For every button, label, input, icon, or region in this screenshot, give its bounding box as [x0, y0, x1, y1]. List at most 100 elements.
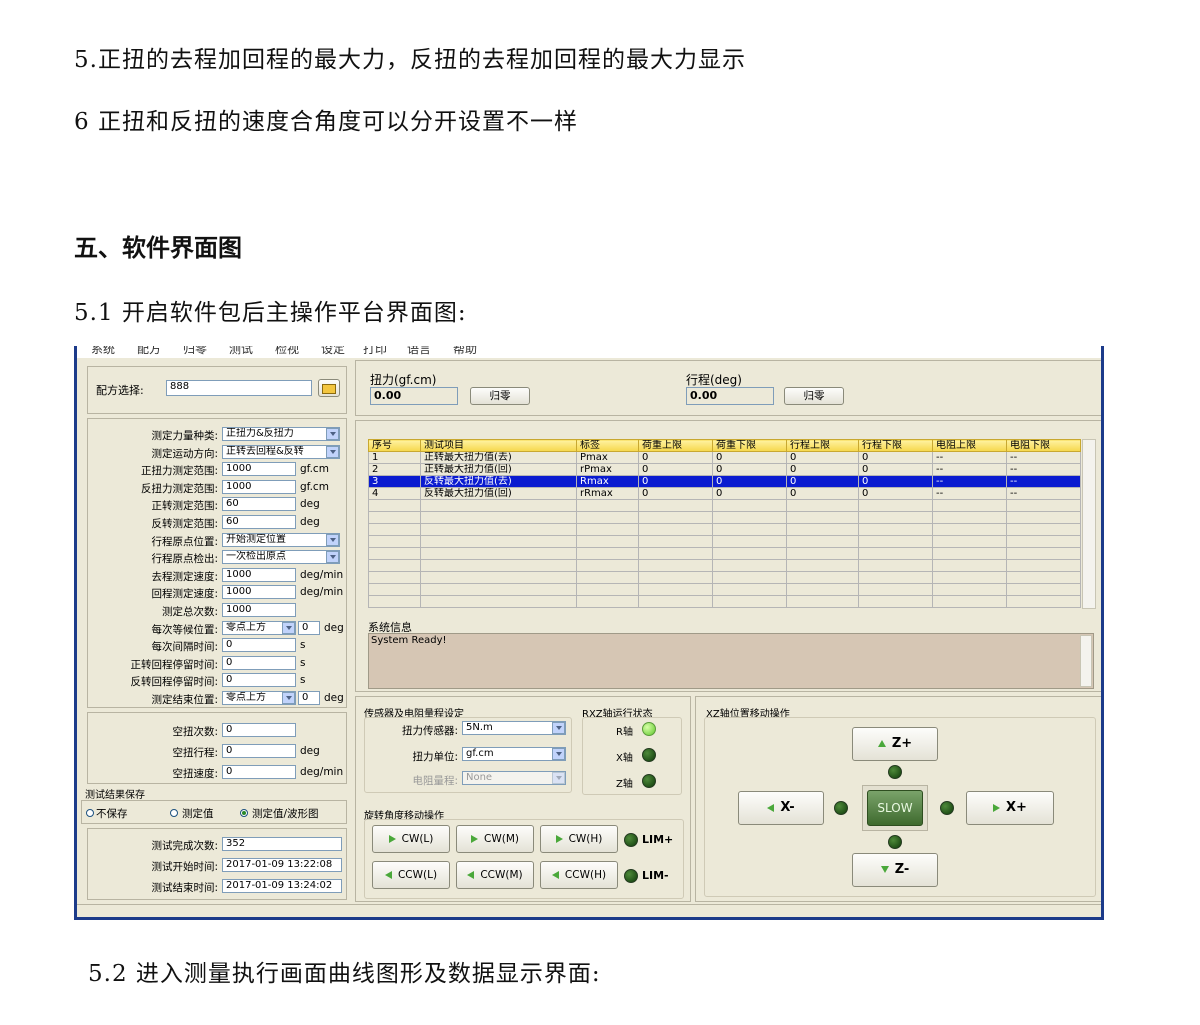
z-minus-label: Z-	[894, 862, 910, 877]
table-row[interactable]: 2 正转最大扭力值(回) rPmax 0 0 0 0 -- --	[368, 463, 1081, 476]
stats-value: 2017-01-09 13:24:02	[222, 879, 342, 893]
idle-unit: deg/min	[300, 766, 344, 778]
recipe-input[interactable]: 888	[166, 380, 312, 396]
chevron-down-icon	[282, 692, 295, 704]
param-select[interactable]: 正转去回程&反转	[222, 444, 340, 459]
table-row[interactable]: 4 反转最大扭力值(回) rRmax 0 0 0 0 -- --	[368, 487, 1081, 500]
param-offset-input[interactable]: 0	[298, 620, 320, 635]
param-value: 0	[226, 674, 233, 686]
idle-input[interactable]: 0	[222, 765, 296, 779]
table-header-cell[interactable]: 荷重下限	[712, 439, 787, 452]
param-input[interactable]: 60	[222, 515, 296, 529]
z-minus-button[interactable]: Z-	[852, 853, 938, 887]
open-recipe-button[interactable]	[318, 379, 340, 397]
param-input[interactable]: 0	[222, 673, 296, 688]
torque-zero-button[interactable]: 归零	[470, 387, 530, 405]
x-plus-button[interactable]: X+	[966, 791, 1054, 825]
doc-line-4: 5.2 进入测量执行画面曲线图形及数据显示界面:	[88, 961, 601, 987]
save-radio-value[interactable]	[170, 809, 178, 817]
param-select[interactable]: 一次检出原点	[222, 550, 340, 565]
torque-unit-select[interactable]: gf.cm	[462, 747, 566, 761]
table-header-cell[interactable]: 荷重上限	[638, 439, 713, 452]
table-header-cell[interactable]: 行程上限	[786, 439, 859, 452]
sysinfo-scrollbar[interactable]	[1080, 635, 1092, 687]
table-row[interactable]	[368, 523, 1081, 536]
cw-high-button[interactable]: CW(H)	[540, 825, 618, 853]
table-header-cell[interactable]: 测试项目	[420, 439, 577, 452]
table-header-cell[interactable]: 序号	[368, 439, 421, 452]
param-value: 正转去回程&反转	[226, 445, 304, 457]
menu-help[interactable]: 帮助	[453, 346, 477, 357]
param-value: 正扭力&反扭力	[226, 428, 294, 439]
menu-settings[interactable]: 设定	[321, 346, 345, 357]
table-row[interactable]	[368, 595, 1081, 608]
param-input[interactable]: 1000	[222, 603, 296, 617]
param-select[interactable]: 正扭力&反扭力	[222, 427, 340, 441]
param-input[interactable]: 0	[222, 655, 296, 670]
table-row[interactable]: 3 反转最大扭力值(去) Rmax 0 0 0 0 -- --	[368, 475, 1081, 488]
slow-button[interactable]: SLOW	[867, 790, 923, 826]
table-cell	[638, 499, 713, 512]
table-header-cell[interactable]: 电阻下限	[1006, 439, 1081, 452]
param-input[interactable]: 1000	[222, 585, 296, 600]
param-select[interactable]: 零点上方	[222, 691, 296, 705]
ccw-high-button[interactable]: CCW(H)	[540, 861, 618, 889]
table-row[interactable]	[368, 499, 1081, 512]
table-panel: 序号 测试项目 标签 荷重上限 荷重下限 行程上限 行程下限 电阻上限 电阻下限 1 正转最大扭力…	[355, 420, 1101, 692]
menu-language[interactable]: 语言	[407, 346, 431, 357]
res-range-select[interactable]: None	[462, 771, 566, 785]
table-row[interactable]: 1 正转最大扭力值(去) Pmax 0 0 0 0 -- --	[368, 451, 1081, 464]
table-cell: 0	[786, 475, 859, 488]
menu-system[interactable]: 系统	[91, 346, 115, 357]
chevron-down-icon	[282, 621, 295, 634]
stroke-zero-button[interactable]: 归零	[784, 387, 844, 405]
table-row[interactable]	[368, 535, 1081, 548]
param-select[interactable]: 零点上方	[222, 620, 296, 635]
cw-mid-button[interactable]: CW(M)	[456, 825, 534, 853]
idle-input[interactable]: 0	[222, 723, 296, 737]
table-cell	[932, 523, 1007, 536]
z-plus-button[interactable]: Z+	[852, 727, 938, 761]
ccw-low-button[interactable]: CCW(L)	[372, 861, 450, 889]
param-input[interactable]: 1000	[222, 567, 296, 582]
cw-low-label: CW(L)	[401, 833, 434, 845]
sensor-select[interactable]: 5N.m	[462, 721, 566, 735]
save-radio-none[interactable]	[86, 809, 94, 817]
cw-low-button[interactable]: CW(L)	[372, 825, 450, 853]
table-cell	[576, 559, 639, 572]
table-cell: 0	[858, 463, 933, 476]
table-cell	[786, 547, 859, 560]
param-input[interactable]: 1000	[222, 479, 296, 494]
param-unit: deg	[300, 498, 320, 511]
param-select[interactable]: 开始测定位置	[222, 532, 340, 547]
torque-label: 扭力(gf.cm)	[370, 373, 437, 387]
table-row[interactable]	[368, 571, 1081, 584]
param-value: 1000	[226, 586, 252, 598]
table-header-cell[interactable]: 标签	[576, 439, 639, 452]
table-header-cell[interactable]: 行程下限	[858, 439, 933, 452]
param-input[interactable]: 0	[222, 638, 296, 653]
stroke-label: 行程(deg)	[686, 373, 742, 387]
table-row[interactable]	[368, 583, 1081, 596]
table-cell	[420, 535, 577, 548]
table-header-cell[interactable]: 电阻上限	[932, 439, 1007, 452]
param-input[interactable]: 60	[222, 497, 296, 512]
menu-recipe[interactable]: 配方	[137, 346, 161, 357]
param-input[interactable]: 1000	[222, 462, 296, 477]
table-row[interactable]	[368, 547, 1081, 560]
idle-input[interactable]: 0	[222, 744, 296, 758]
menu-test[interactable]: 测试	[229, 346, 253, 357]
table-row[interactable]	[368, 559, 1081, 572]
table-cell	[858, 523, 933, 536]
menu-zero[interactable]: 归零	[183, 346, 207, 357]
res-range-value: None	[466, 772, 493, 783]
menu-print[interactable]: 打印	[363, 346, 387, 357]
save-radio-value-wave[interactable]	[240, 809, 248, 817]
x-minus-button[interactable]: X-	[738, 791, 824, 825]
table-cell	[576, 523, 639, 536]
menu-view[interactable]: 检视	[275, 346, 299, 357]
table-row[interactable]	[368, 511, 1081, 524]
ccw-mid-button[interactable]: CCW(M)	[456, 861, 534, 889]
param-offset-input[interactable]: 0	[298, 691, 320, 705]
table-scrollbar[interactable]	[1082, 439, 1096, 609]
